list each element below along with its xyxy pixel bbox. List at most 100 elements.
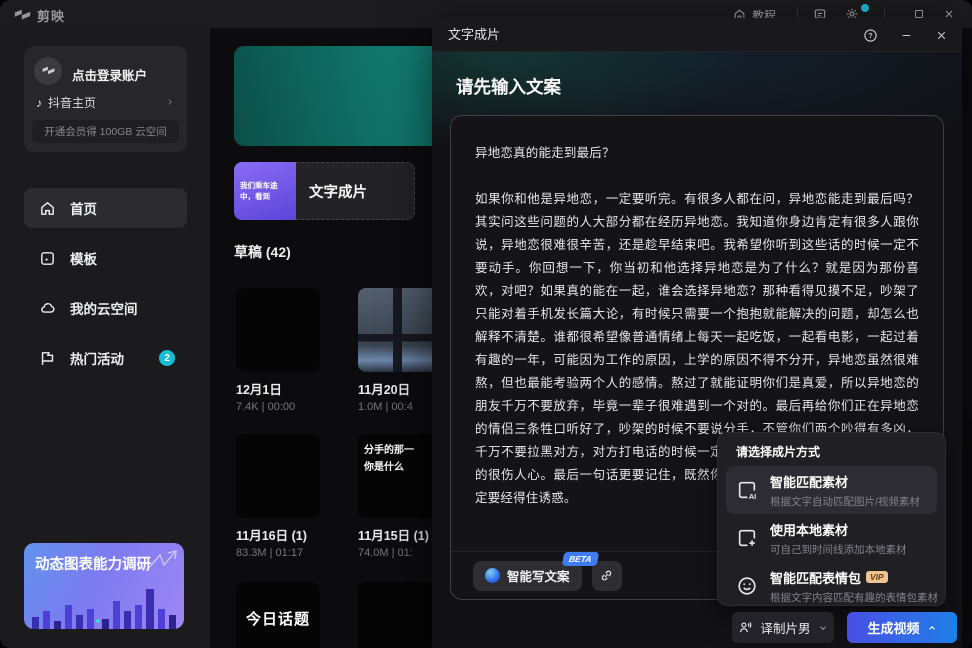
draft-item[interactable]	[358, 582, 442, 648]
drafts-heading: 草稿 (42)	[234, 242, 291, 262]
jianying-logo-icon	[14, 9, 31, 23]
svg-text:AI: AI	[749, 492, 756, 501]
ai-write-label: 智能写文案	[507, 566, 570, 585]
draft-item[interactable]: 分手的那一 你是什么 11月15日 (1) 74.0M | 01:	[358, 434, 442, 559]
sidebar-item-cloud-space[interactable]: 我的云空间	[24, 288, 187, 328]
text-to-video-label: 文字成片	[309, 181, 367, 202]
login-card[interactable]: 点击登录账户 ♪ 抖音主页 开通会员得 100GB 云空间	[24, 46, 187, 152]
sidebar-item-label: 模板	[70, 248, 97, 268]
sidebar-item-templates[interactable]: 模板	[24, 238, 187, 278]
voice-select-dropdown[interactable]: 译制片男	[732, 612, 834, 643]
option-desc: 可自己到时间线添加本地素材	[770, 542, 907, 557]
vip-promo-text: 开通会员得 100GB 云空间	[44, 124, 167, 139]
draft-thumbnail	[236, 288, 320, 372]
option-title: 智能匹配表情包	[770, 568, 861, 587]
voice-label: 译制片男	[760, 618, 810, 637]
beta-badge: BETA	[562, 552, 599, 566]
option-smart-match-material[interactable]: AI 智能匹配素材 根据文字自动匹配图片/视频素材	[726, 466, 937, 514]
template-icon	[39, 250, 56, 267]
notification-dot	[861, 4, 869, 12]
text-to-video-main: 文字成片	[296, 162, 415, 220]
sidebar-item-label: 热门活动	[70, 348, 124, 368]
app-logo: 剪映	[14, 6, 65, 25]
frame-plus-icon	[736, 527, 758, 549]
draft-name: 11月20日	[358, 379, 442, 398]
script-title: 异地恋真的能走到最后？	[475, 142, 919, 165]
chevron-down-icon	[818, 623, 828, 633]
draft-stats: 1.0M | 00:4	[358, 401, 442, 413]
sidebar-item-hot-activities[interactable]: 热门活动 2	[24, 338, 187, 378]
draft-name: 11月16日 (1)	[236, 525, 320, 544]
option-desc: 根据文字自动匹配图片/视频素材	[770, 494, 920, 509]
home-icon	[39, 200, 56, 217]
generate-video-button[interactable]: 生成视频	[847, 612, 957, 643]
douyin-homepage-link[interactable]: ♪ 抖音主页	[36, 94, 175, 111]
draft-name: 11月15日 (1)	[358, 525, 442, 544]
close-icon[interactable]	[935, 29, 948, 42]
draft-thumbnail: 分手的那一 你是什么	[358, 434, 442, 518]
ai-write-button[interactable]: 智能写文案 BETA	[473, 561, 582, 591]
option-local-material[interactable]: 使用本地素材 可自己到时间线添加本地素材	[726, 514, 937, 562]
frame-ai-icon: AI	[736, 479, 758, 501]
draft-thumbnail	[358, 582, 442, 648]
svg-text:?: ?	[868, 33, 872, 40]
picker-title: 请选择成片方式	[718, 433, 945, 466]
chevron-right-icon	[165, 96, 175, 110]
draft-thumbnail	[358, 288, 442, 372]
draft-stats: 74.0M | 01:	[358, 547, 442, 559]
login-title: 点击登录账户	[72, 65, 147, 84]
flag-icon	[39, 350, 56, 367]
douyin-label: 抖音主页	[48, 94, 96, 111]
sidebar-item-label: 首页	[70, 198, 97, 218]
help-icon[interactable]: ?	[863, 28, 878, 43]
jianying-logo-icon	[42, 66, 55, 77]
sidebar: 点击登录账户 ♪ 抖音主页 开通会员得 100GB 云空间 首页 模板 我的云空…	[0, 28, 210, 648]
output-mode-picker: 请选择成片方式 AI 智能匹配素材 根据文字自动匹配图片/视频素材 使用本地素材…	[717, 432, 946, 606]
avatar	[34, 57, 62, 85]
option-desc: 根据文字内容匹配有趣的表情包素材	[770, 590, 938, 605]
thumb-title: 今日话题	[236, 582, 320, 629]
option-smart-match-stickers[interactable]: 智能匹配表情包 VIP 根据文字内容匹配有趣的表情包素材	[726, 562, 937, 610]
bar-chart-graphic	[24, 581, 184, 629]
draft-stats: 7.4K | 00:00	[236, 401, 320, 413]
text-to-video-modal: 文字成片 ? 请先输入文案 异地恋真的能走到最后？ 如果你和他是异地恋，一定要听…	[432, 18, 962, 648]
modal-title: 文字成片	[448, 18, 500, 52]
smiley-icon	[736, 575, 758, 597]
thumb-text-line: 你是什么	[364, 459, 436, 476]
draft-thumbnail: 今日话题 微的爱情是永远不会被辜惜	[236, 582, 320, 648]
modal-titlebar: 文字成片 ?	[432, 18, 962, 52]
draft-name: 12月1日	[236, 379, 320, 398]
vip-promo-pill[interactable]: 开通会员得 100GB 云空间	[32, 120, 179, 143]
activity-count-badge: 2	[159, 350, 175, 366]
modal-heading: 请先输入文案	[456, 74, 561, 99]
minimize-icon[interactable]	[900, 29, 913, 42]
chevron-up-icon	[927, 623, 937, 633]
link-icon	[599, 568, 614, 583]
draft-item[interactable]: 11月16日 (1) 83.3M | 01:17	[236, 434, 320, 559]
cloud-icon	[39, 300, 56, 317]
generate-label: 生成视频	[867, 618, 919, 637]
thumb-caption: 我们乘车途中，看到	[240, 180, 288, 202]
promo-banner[interactable]: 动态图表能力调研	[24, 543, 184, 629]
modal-body: 请先输入文案 异地恋真的能走到最后？ 如果你和他是异地恋，一定要听完。有很多人都…	[432, 52, 962, 648]
sidebar-item-home[interactable]: 首页	[24, 188, 187, 228]
sidebar-item-label: 我的云空间	[70, 298, 138, 318]
app-title: 剪映	[37, 6, 65, 25]
app-window: 剪映 教程 点击登录账户 ♪ 抖音主页 开通会员得 100GB 云空间	[0, 0, 972, 648]
ai-orb-icon	[485, 568, 500, 583]
music-note-icon: ♪	[36, 96, 42, 110]
draft-thumbnail	[236, 434, 320, 518]
draft-item[interactable]: 今日话题 微的爱情是永远不会被辜惜	[236, 582, 320, 648]
vip-badge: VIP	[866, 571, 888, 583]
option-title: 智能匹配素材	[770, 472, 848, 491]
draft-item[interactable]: 12月1日 7.4K | 00:00	[236, 288, 320, 413]
text-to-video-card[interactable]: 我们乘车途中，看到 文字成片	[234, 162, 415, 220]
draft-item[interactable]: 11月20日 1.0M | 00:4	[358, 288, 442, 413]
voice-person-icon	[738, 620, 753, 635]
promo-banner-title: 动态图表能力调研	[35, 556, 151, 575]
text-to-video-thumb: 我们乘车途中，看到	[234, 162, 296, 220]
thumb-text-line: 分手的那一	[364, 442, 436, 459]
draft-stats: 83.3M | 01:17	[236, 547, 320, 559]
link-button[interactable]	[592, 561, 622, 591]
option-title: 使用本地素材	[770, 520, 848, 539]
